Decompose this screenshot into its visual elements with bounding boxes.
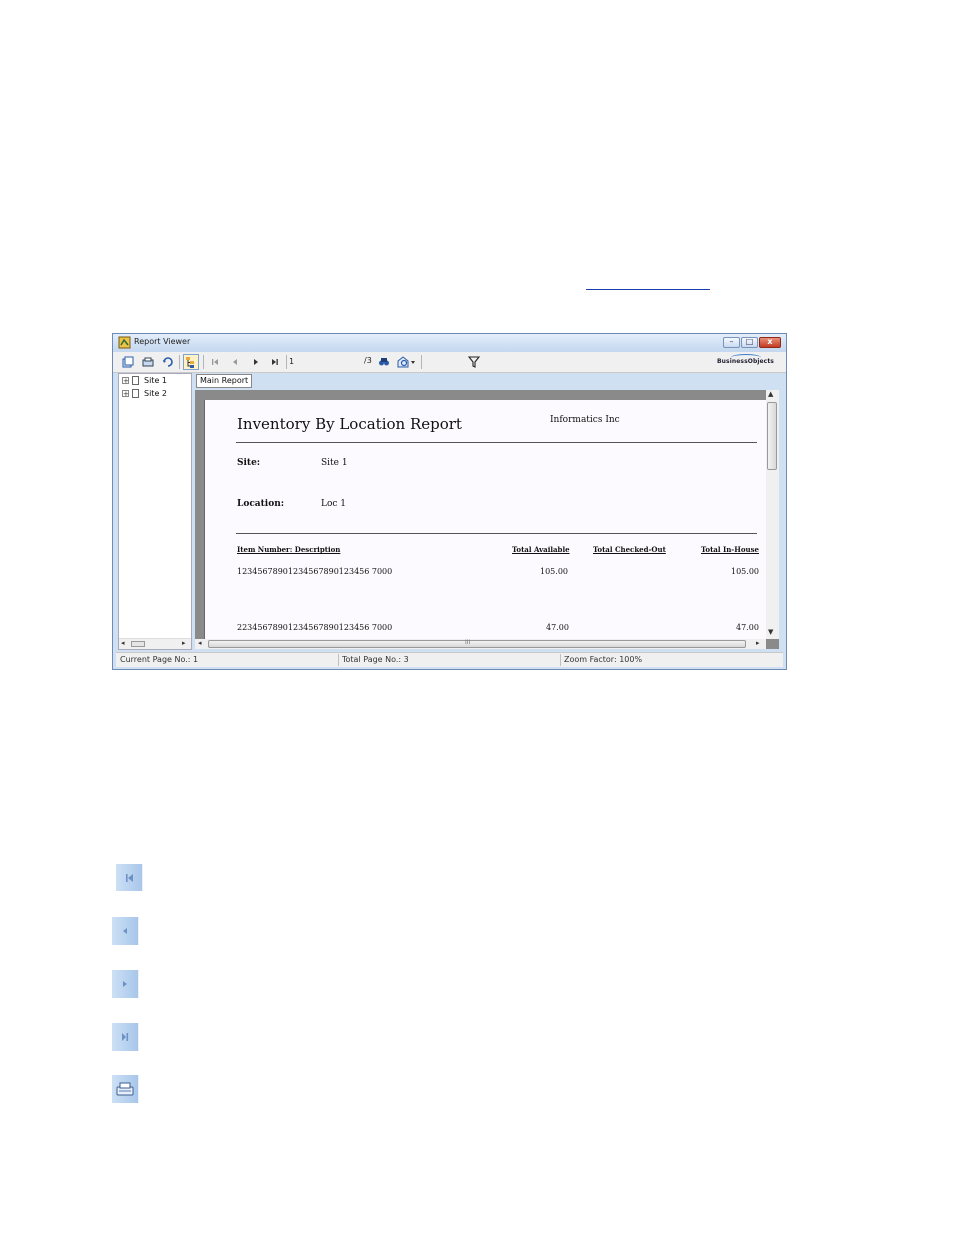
- column-header: Item Number: Description: [237, 545, 341, 554]
- location-label: Location:: [237, 499, 285, 509]
- table-cell-item: 22345678901234567890123456 7000: [237, 623, 393, 632]
- toolbar: 1 /3 BusinessObjects: [113, 352, 786, 373]
- first-page-icon[interactable]: [208, 355, 222, 369]
- scroll-thumb[interactable]: [131, 641, 145, 647]
- close-icon: x: [767, 337, 773, 346]
- vertical-scrollbar[interactable]: ▲ ▼: [766, 390, 779, 639]
- title-bar: Report Viewer – □ x: [113, 334, 786, 352]
- hyperlink-underline[interactable]: [586, 289, 710, 290]
- report-title: Inventory By Location Report: [237, 415, 462, 433]
- toolbar-separator: [286, 355, 287, 369]
- grip-icon: III: [465, 639, 471, 646]
- status-separator: [338, 654, 339, 666]
- window-title: Report Viewer: [134, 337, 191, 346]
- minimize-icon: –: [729, 337, 734, 346]
- previous-page-icon: [112, 917, 139, 945]
- company-name: Informatics Inc: [550, 415, 620, 425]
- refresh-icon[interactable]: [161, 355, 175, 369]
- previous-page-icon[interactable]: [228, 355, 242, 369]
- page-total-label: /3: [364, 356, 372, 365]
- minimize-button[interactable]: –: [723, 337, 740, 348]
- toolbar-separator: [421, 355, 422, 369]
- horizontal-scrollbar[interactable]: ◂ III ▸: [195, 639, 766, 649]
- table-cell-available: 47.00: [546, 623, 569, 632]
- scroll-left-icon[interactable]: ◂: [198, 639, 202, 647]
- location-value: Loc 1: [321, 499, 347, 509]
- zoom-status: Zoom Factor: 100%: [564, 655, 643, 664]
- toolbar-separator: [203, 355, 204, 369]
- scroll-thumb[interactable]: [767, 402, 777, 470]
- status-bar: Current Page No.: 1 Total Page No.: 3 Zo…: [116, 652, 783, 667]
- divider: [236, 533, 757, 534]
- toolbar-separator: [179, 355, 180, 369]
- filter-icon[interactable]: [467, 355, 481, 369]
- close-button[interactable]: x: [759, 337, 781, 348]
- table-cell-item: 12345678901234567890123456 7000: [237, 567, 393, 576]
- maximize-button[interactable]: □: [741, 337, 758, 348]
- total-page-status: Total Page No.: 3: [342, 655, 409, 664]
- column-header: Total Checked-Out: [593, 545, 666, 554]
- column-header: Total Available: [512, 545, 570, 554]
- scroll-left-icon[interactable]: ◂: [121, 639, 125, 647]
- expand-icon[interactable]: +: [122, 377, 129, 385]
- current-page-status: Current Page No.: 1: [120, 655, 199, 664]
- table-cell-in-house: 47.00: [736, 623, 759, 632]
- tree-horizontal-scrollbar[interactable]: ◂ ▸: [119, 638, 191, 649]
- report-area: Inventory By Location Report Informatics…: [195, 390, 779, 649]
- report-page: Inventory By Location Report Informatics…: [204, 400, 767, 639]
- status-separator: [560, 654, 561, 666]
- search-icon[interactable]: [377, 355, 391, 369]
- last-page-icon: [112, 1023, 139, 1051]
- tab-main-report[interactable]: Main Report: [196, 374, 253, 388]
- next-page-icon: [112, 970, 139, 998]
- group-tree: + Site 1 + Site 2 ◂ ▸: [118, 373, 192, 650]
- scroll-up-icon[interactable]: ▲: [768, 390, 773, 398]
- first-page-icon: [116, 864, 143, 891]
- toggle-group-tree-icon[interactable]: [183, 354, 199, 370]
- export-icon[interactable]: [121, 355, 135, 369]
- maximize-icon: □: [745, 337, 754, 346]
- site-value: Site 1: [321, 458, 348, 468]
- tree-item-site-2[interactable]: + Site 2: [122, 389, 167, 398]
- page-number-input[interactable]: 1: [289, 355, 361, 368]
- zoom-dropdown-icon[interactable]: [396, 355, 418, 369]
- divider: [236, 442, 757, 443]
- tree-item-site-1[interactable]: + Site 1: [122, 376, 167, 385]
- scroll-down-icon[interactable]: ▼: [768, 628, 773, 636]
- app-icon: [118, 336, 131, 349]
- table-cell-in-house: 105.00: [731, 567, 759, 576]
- document-icon: [132, 389, 139, 398]
- brand-logo: BusinessObjects: [717, 358, 774, 365]
- print-icon: [112, 1075, 139, 1103]
- scroll-right-icon[interactable]: ▸: [182, 639, 186, 647]
- report-viewer-window: Report Viewer – □ x 1 /3 BusinessObjects…: [112, 333, 787, 670]
- next-page-icon[interactable]: [249, 355, 263, 369]
- scroll-thumb[interactable]: [208, 640, 746, 648]
- site-label: Site:: [237, 458, 261, 468]
- expand-icon[interactable]: +: [122, 390, 129, 398]
- document-icon: [132, 376, 139, 385]
- tree-item-label: Site 1: [144, 376, 167, 385]
- scroll-right-icon[interactable]: ▸: [756, 639, 760, 647]
- print-icon[interactable]: [141, 355, 155, 369]
- tree-item-label: Site 2: [144, 389, 167, 398]
- last-page-icon[interactable]: [268, 355, 282, 369]
- column-header: Total In-House: [701, 545, 759, 554]
- table-cell-available: 105.00: [540, 567, 568, 576]
